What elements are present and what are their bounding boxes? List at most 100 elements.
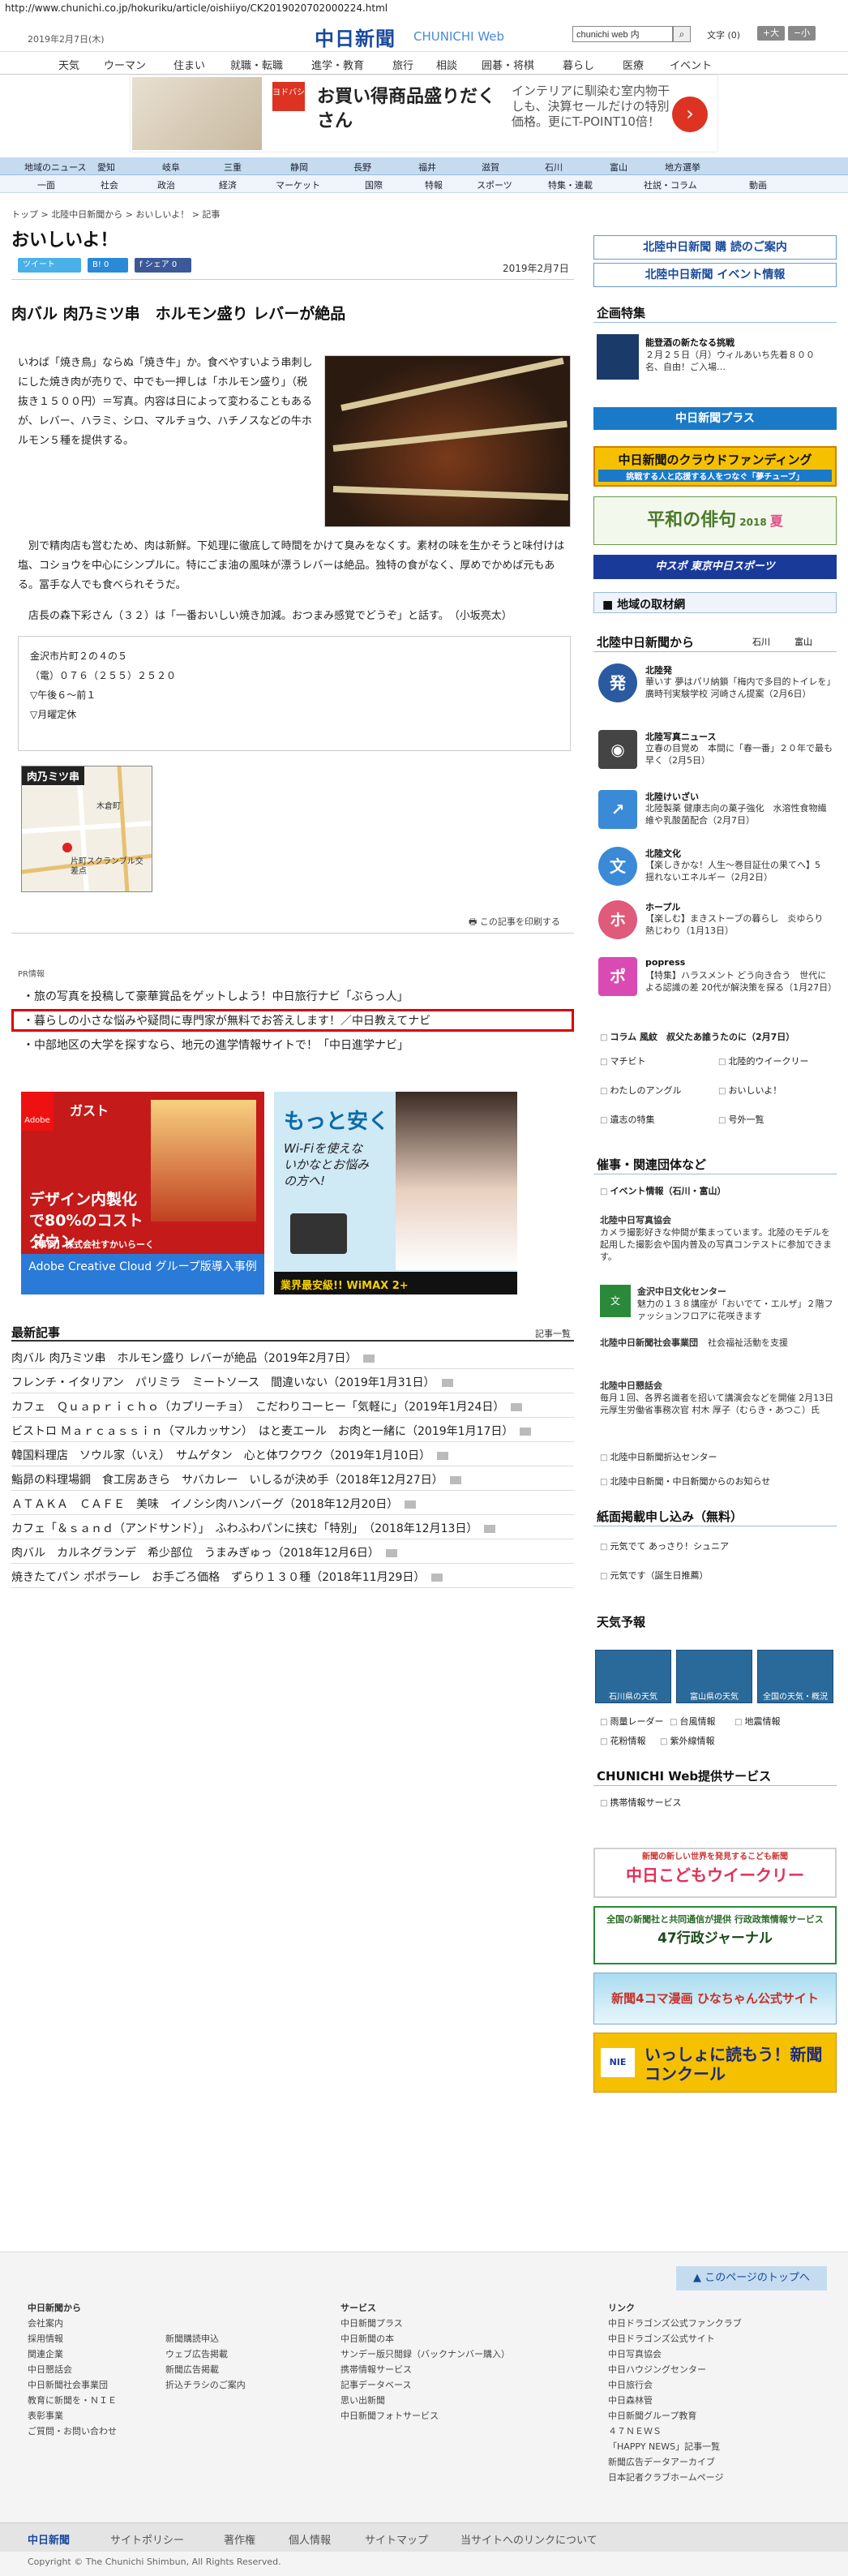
event-banner[interactable]: 北陸中日新聞 イベント情報 xyxy=(593,263,837,287)
column-link[interactable]: コラム 風紋 叔父たあ誰うたのに（2月7日） xyxy=(600,1030,794,1043)
footer-link[interactable]: 思い出新聞 xyxy=(340,2393,510,2408)
event-item[interactable]: 北陸中日懇話会 毎月１回、各界名識者を招いて講演会などを開催 2月13日 元厚生労… xyxy=(600,1379,835,1416)
hatena-button[interactable]: B! 0 xyxy=(88,258,128,273)
chuspo-banner[interactable]: 中スポ 東京中日スポーツ xyxy=(593,555,837,579)
footer-bar-link[interactable]: サイトポリシー xyxy=(110,2531,184,2547)
weather-link[interactable]: 台風情報 xyxy=(670,1715,715,1728)
events-link[interactable]: イベント情報（石川・富山） xyxy=(600,1184,726,1197)
list-item[interactable]: カフェ Ｑｕａｐｒｉｃｈｏ（カプリーチョ） こだわりコーヒー「気軽に」（2019… xyxy=(11,1393,574,1418)
crowdfunding-banner[interactable]: 中日新聞のクラウドファンディング 挑戦する人と応援する人をつなぐ「夢チューブ」 xyxy=(593,446,837,487)
list-item[interactable]: 肉バル カルネグランデ 希少部位 うまみぎゅっ（2018年12月6日） xyxy=(11,1539,574,1564)
to-top-button[interactable]: ▲ このページのトップへ xyxy=(676,2266,827,2290)
footer-link[interactable]: ご質問・お問い合わせ xyxy=(28,2424,117,2439)
gnav-item[interactable]: 囲碁・将棋 xyxy=(482,57,534,72)
sidebar-link[interactable]: 携帯情報サービス xyxy=(600,1796,681,1809)
category-item[interactable]: 政治 xyxy=(157,178,175,191)
site-logo-sub[interactable]: CHUNICHI Web xyxy=(413,29,504,44)
kikaku-head[interactable]: 能登酒の新たなる挑戦 xyxy=(645,336,735,349)
region-item[interactable]: 地方選挙 xyxy=(665,161,700,174)
gnav-item[interactable]: 住まい xyxy=(173,57,205,72)
region-item[interactable]: 滋賀 xyxy=(482,161,499,174)
footer-bar-link[interactable]: 当サイトへのリンクについて xyxy=(460,2531,597,2547)
shop-map[interactable]: 肉乃ミツ串 木倉町 片町スクランブル交差点 xyxy=(21,766,152,892)
print-link[interactable]: 🖶 この記事を印刷する xyxy=(469,915,560,930)
list-item[interactable]: カフェ「＆ｓａｎｄ（アンドサンド）」 ふわふわパンに挟む「特別」 （2018年1… xyxy=(11,1515,574,1539)
kidscomic-banner[interactable]: 新聞4コマ漫画 ひなちゃん公式サイト xyxy=(593,1973,837,2024)
category-item[interactable]: 経済 xyxy=(219,178,237,191)
footer-link[interactable]: 中日写真協会 xyxy=(608,2346,742,2362)
list-item[interactable]: フレンチ・イタリアン パリミラ ミートソース 間違いない（2019年1月31日） xyxy=(11,1369,574,1393)
news-item[interactable]: ポ popress 【特集】ハラスメント どう向き合う 世代による認識の差 20代が… xyxy=(598,957,837,1006)
footer-link[interactable]: 中日新聞の本 xyxy=(340,2331,510,2346)
footer-link[interactable]: 新聞購読申込 xyxy=(165,2331,246,2346)
list-item[interactable]: ＡＴＡＫＡ ＣＡＦＥ 美味 イノシシ肉ハンバーグ（2018年12月20日） xyxy=(11,1491,574,1515)
region-item[interactable]: 長野 xyxy=(353,161,371,174)
gnav-item[interactable]: 天気 xyxy=(58,57,79,72)
gnav-item[interactable]: イベント xyxy=(670,57,712,72)
footer-link[interactable]: 新聞広告掲載 xyxy=(165,2362,246,2377)
haiku-banner[interactable]: 平和の俳句 2018 夏 xyxy=(593,496,837,545)
list-item[interactable]: 鮨昴の料理場鋼 食工房あきら サバカレー いしるが決め手（2018年12月27日… xyxy=(11,1466,574,1491)
pr-link[interactable]: ・暮らしの小さな悩みや疑問に専門家が無料でお答えします！／中日教えてナビ xyxy=(23,1012,430,1028)
footer-link[interactable]: 中日ドラゴンズ公式サイト xyxy=(608,2331,742,2346)
footer-link[interactable]: 教育に新聞を・ＮＩＥ xyxy=(28,2393,117,2408)
gnav-item[interactable]: ウーマン xyxy=(104,57,146,72)
category-item[interactable]: 社会 xyxy=(101,178,118,191)
footer-link[interactable]: 会社案内 xyxy=(28,2316,117,2331)
footer-link[interactable]: 関連企業 xyxy=(28,2346,117,2362)
footer-link[interactable]: 日本記者クラブホームページ xyxy=(608,2470,742,2485)
site-logo[interactable]: 中日新聞 xyxy=(315,23,396,51)
region-item[interactable]: 石川 xyxy=(545,161,563,174)
footer-link[interactable]: 中日ドラゴンズ公式ファンクラブ xyxy=(608,2316,742,2331)
event-item[interactable]: 金沢中日文化センター 魅力の１３８講座が「おいでて・エルザ」２階ファッションフロア… xyxy=(637,1285,835,1322)
footer-link[interactable]: 中日懇話会 xyxy=(28,2362,117,2377)
contest-banner[interactable]: NIE いっしょに読もう！新聞コンクール xyxy=(593,2033,837,2093)
category-item[interactable]: 一面 xyxy=(37,178,55,191)
sidebar-link[interactable]: 元気でて あっさり！シュニア xyxy=(600,1539,729,1552)
weather-link[interactable]: 雨量レーダー xyxy=(600,1715,663,1728)
footer-link[interactable]: 採用情報 xyxy=(28,2331,117,2346)
search-input[interactable] xyxy=(572,26,673,42)
facebook-share-button[interactable]: f シェア 0 xyxy=(135,258,191,273)
footer-link[interactable]: 中日森林管 xyxy=(608,2393,742,2408)
news-item[interactable]: ↗ 北陸けいざい 北陸製薬 健康志向の菓子強化 水溶性食物繊維や乳酸菌配合（2月7日… xyxy=(598,790,833,839)
region-item[interactable]: 福井 xyxy=(418,161,436,174)
sidebar-link[interactable]: 北陸中日新聞・中日新聞からのお知らせ xyxy=(600,1475,770,1488)
footer-link[interactable]: ４７ＮＥＷＳ xyxy=(608,2424,742,2439)
region-item[interactable]: 三重 xyxy=(224,161,242,174)
weather-link[interactable]: 紫外線情報 xyxy=(660,1734,714,1747)
category-item[interactable]: 社説・コラム xyxy=(644,178,697,191)
tweet-button[interactable]: ツイート xyxy=(18,258,81,273)
list-item[interactable]: 焼きたてパン ポポラーレ お手ごろ価格 ずらり１３０種（2018年11月29日） xyxy=(11,1564,574,1588)
news-item[interactable]: ◉ 北陸写真ニュース 立春の目覚め 本間に「春一番」２０年で最も早く（2月5日） xyxy=(598,730,833,779)
search-icon[interactable]: ⌕ xyxy=(673,26,691,42)
region-item[interactable]: 富山 xyxy=(610,161,627,174)
event-item[interactable]: 北陸中日新聞社会事業団 社会福祉活動を支援 xyxy=(600,1335,835,1349)
region-item[interactable]: 地域のニュース xyxy=(24,161,86,174)
footer-link[interactable]: ウェブ広告掲載 xyxy=(165,2346,246,2362)
gnav-item[interactable]: 進学・教育 xyxy=(311,57,364,72)
footer-bar-link[interactable]: 個人情報 xyxy=(289,2531,331,2547)
footer-link[interactable]: 記事データベース xyxy=(340,2377,510,2393)
local-data-link[interactable]: ■ 地域の取材網 xyxy=(593,592,837,613)
list-item[interactable]: 肉バル 肉乃ミツ串 ホルモン盛り レバーが絶品（2019年2月7日） xyxy=(11,1345,574,1369)
footer-link[interactable]: 中日新聞フォトサービス xyxy=(340,2408,510,2424)
footer-link[interactable]: 中日新聞グループ教育 xyxy=(608,2408,742,2424)
footer-bar-link[interactable]: 著作権 xyxy=(224,2531,255,2547)
event-item[interactable]: 北陸中日写真協会 カメラ撮影好きな仲間が集まっています。北陸のモデルを起用した撮影… xyxy=(600,1213,835,1263)
breadcrumb[interactable]: トップ > 北陸中日新聞から > おいしいよ！ > 記事 xyxy=(11,208,220,221)
gyosei-banner[interactable]: 全国の新聞社と共同通信が提供 行政政策情報サービス 47行政ジャーナル xyxy=(593,1906,837,1964)
gnav-item[interactable]: 就職・転職 xyxy=(230,57,283,72)
tab-ishikawa[interactable]: 石川 xyxy=(752,635,770,648)
ad-arrow-icon[interactable]: › xyxy=(672,97,708,132)
sidebar-link[interactable]: 号外一覧 xyxy=(718,1113,764,1126)
sidebar-link[interactable]: 元気です（誕生日推薦） xyxy=(600,1569,708,1582)
list-item[interactable]: 韓国料理店 ソウル家（いえ） サムゲタン 心と体ワクワク（2019年1月10日） xyxy=(11,1442,574,1466)
category-item[interactable]: 特報 xyxy=(425,178,443,191)
tab-toyama[interactable]: 富山 xyxy=(794,635,812,648)
news-item[interactable]: 発北陸発 華いす 夢はパリ納鎖「梅内で多目的トイレを」廣時刊実験学校 河崎さん提案… xyxy=(598,663,833,712)
weather-link[interactable]: 花粉情報 xyxy=(600,1734,645,1747)
list-item[interactable]: ビストロ Ｍａｒｃａｓｓｉｎ（マルカッサン） はと麦エール お肉と一緒に（201… xyxy=(11,1418,574,1442)
gnav-item[interactable]: 医療 xyxy=(623,57,644,72)
sidebar-link[interactable]: 北陸中日新聞折込センター xyxy=(600,1450,717,1463)
